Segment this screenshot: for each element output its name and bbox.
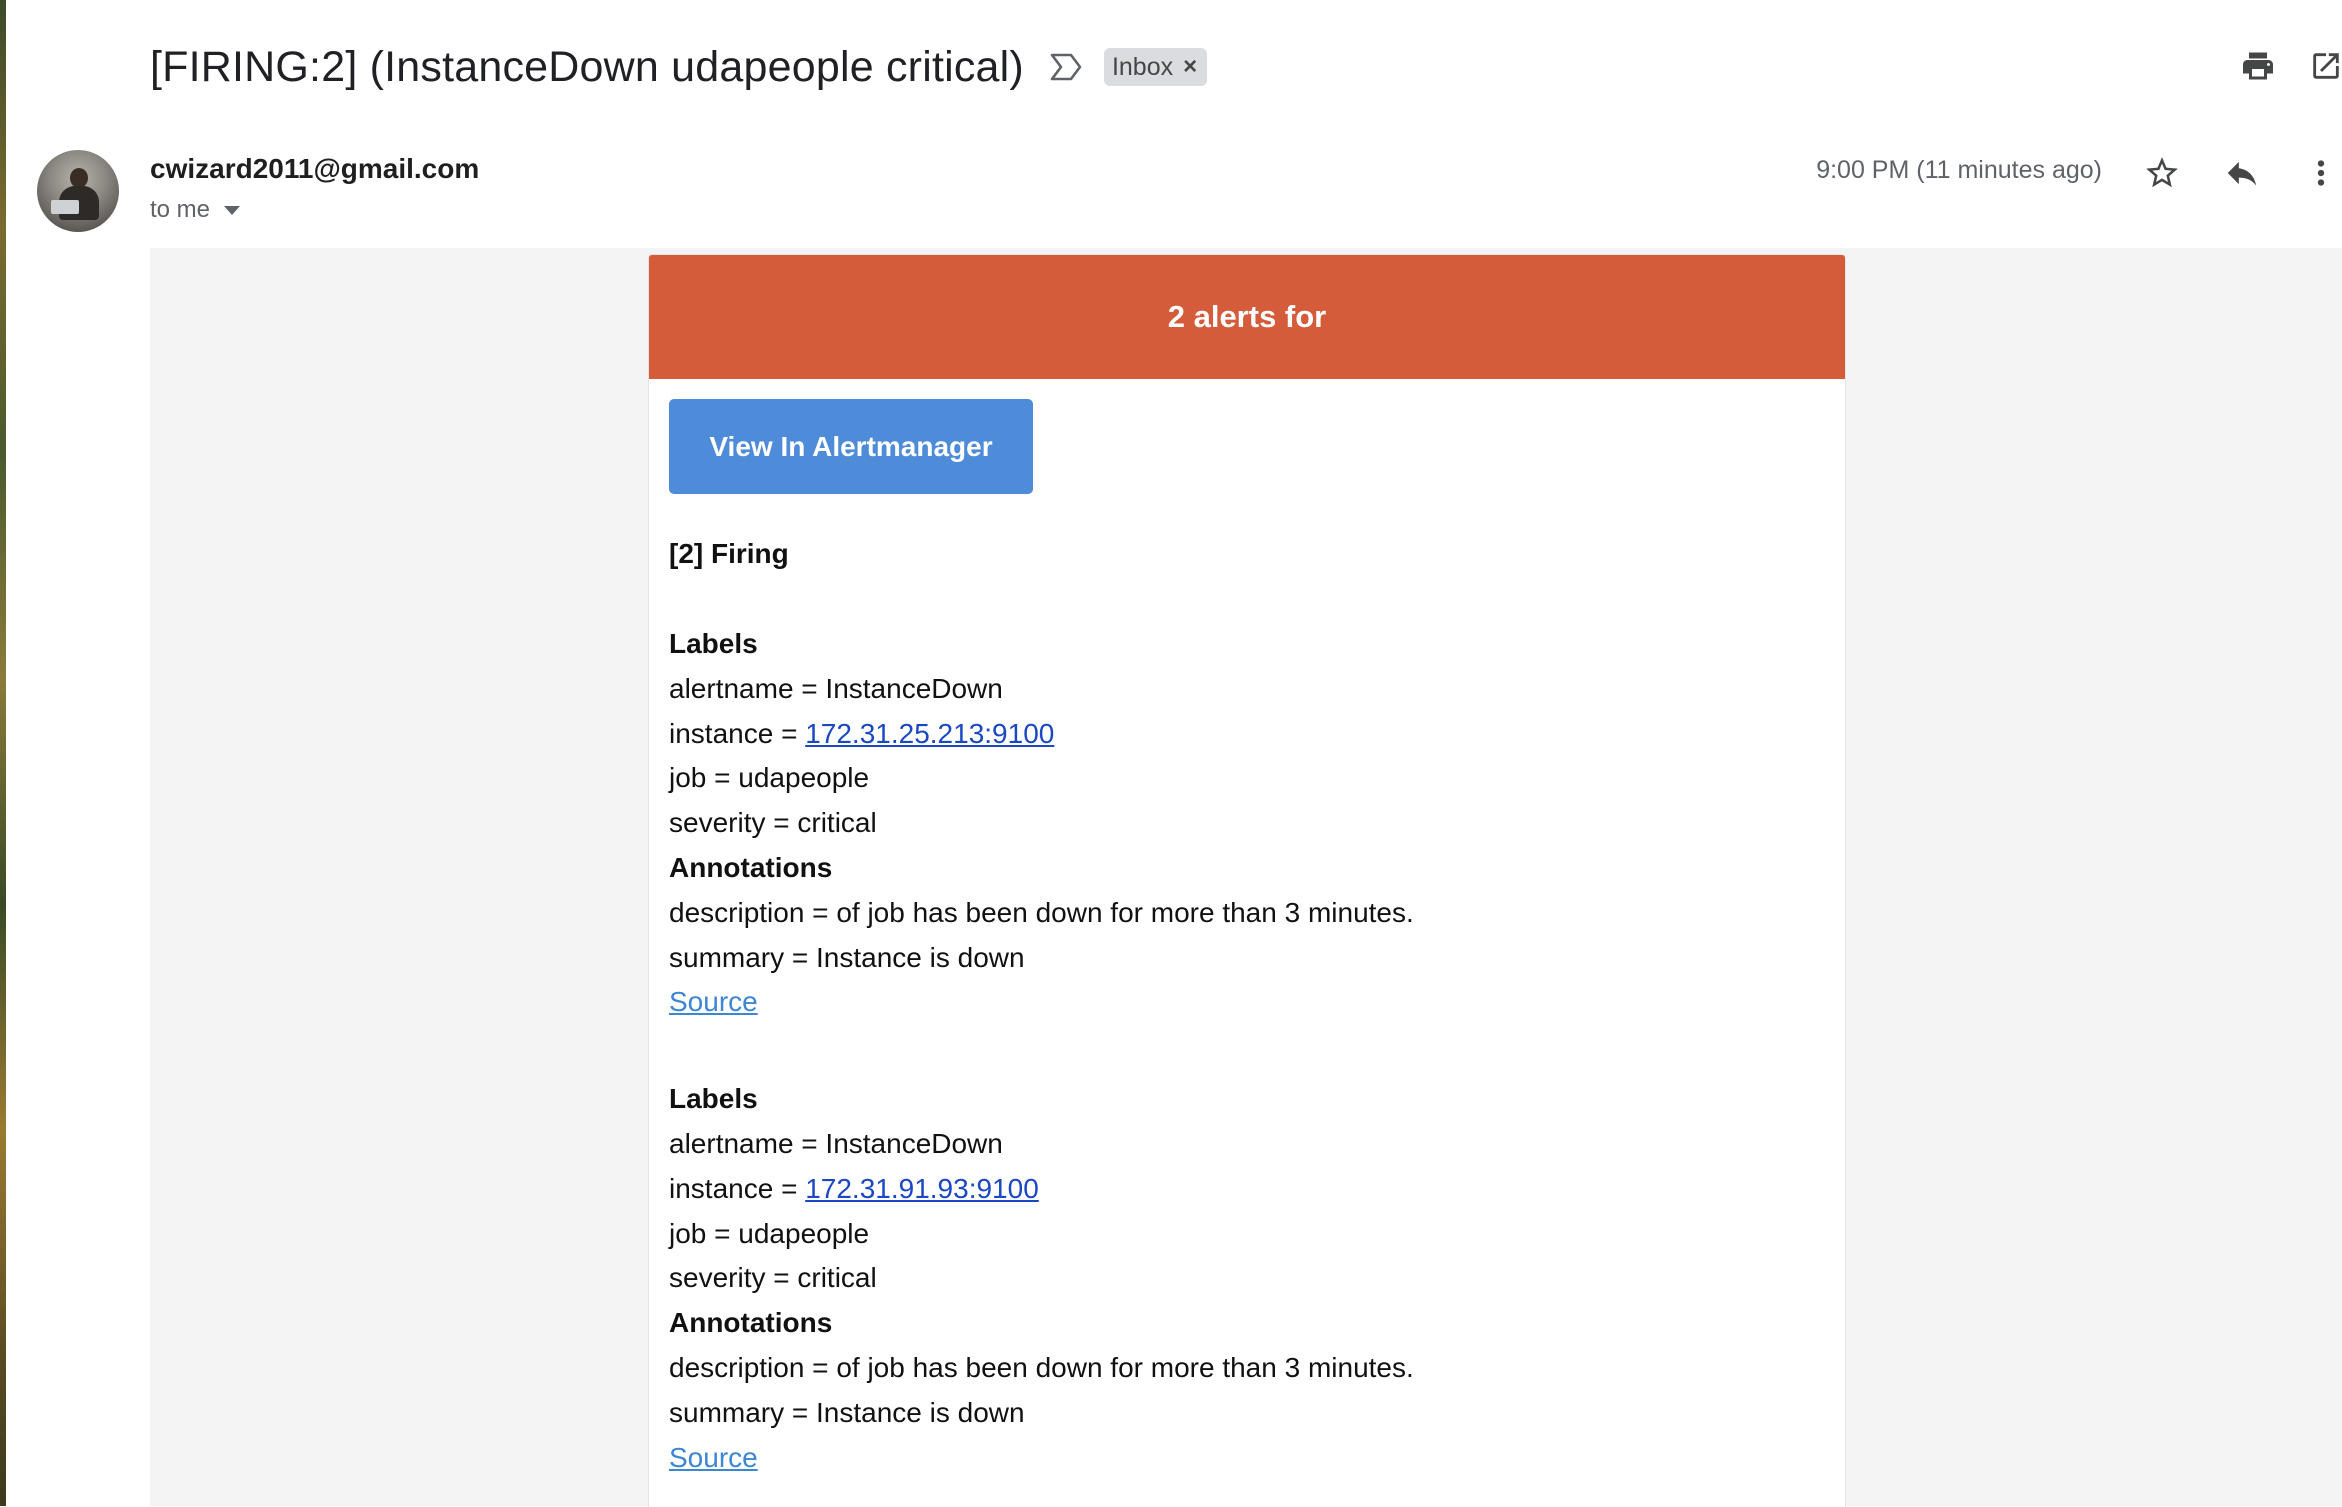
label-severity: severity = critical: [669, 1262, 877, 1294]
email-subject: [FIRING:2] (InstanceDown udapeople criti…: [150, 42, 1024, 91]
print-icon[interactable]: [2236, 44, 2280, 88]
email-timestamp: 9:00 PM (11 minutes ago): [1816, 156, 2102, 184]
alert-email-card: 2 alerts for View In Alertmanager [2] Fi…: [648, 254, 1846, 1507]
label-chip-text: Inbox: [1111, 52, 1174, 81]
source-link[interactable]: Source: [669, 1436, 758, 1481]
desktop-wallpaper-edge: [0, 0, 6, 1506]
annotation-summary: summary = Instance is down: [669, 941, 1025, 973]
alert-header-text: 2 alerts for: [1167, 299, 1327, 334]
alert-content: View In Alertmanager [2] Firing Labels a…: [649, 379, 1845, 1480]
more-vert-icon[interactable]: [2298, 150, 2342, 196]
alert-group-2: Labels alertname = InstanceDown instance…: [669, 1077, 1825, 1480]
importance-marker-icon[interactable]: [1048, 49, 1084, 85]
subject-row: [FIRING:2] (InstanceDown udapeople criti…: [150, 36, 1208, 98]
label-alertname: alertname = InstanceDown: [669, 672, 1003, 704]
annotation-description: description = of job has been down for m…: [669, 1351, 1414, 1383]
alert-group-1: Labels alertname = InstanceDown instance…: [669, 622, 1825, 1025]
annotations-heading: Annotations: [669, 1307, 833, 1339]
sender-email[interactable]: cwizard2011@gmail.com: [150, 153, 479, 185]
instance-prefix: instance =: [669, 717, 806, 749]
recipient-label: to me: [150, 196, 211, 223]
remove-label-icon[interactable]: ×: [1183, 53, 1197, 81]
star-icon[interactable]: [2139, 150, 2185, 196]
view-in-alertmanager-button[interactable]: View In Alertmanager: [669, 399, 1033, 494]
instance-prefix: instance =: [669, 1172, 806, 1204]
label-job: job = udapeople: [669, 1217, 870, 1249]
label-severity: severity = critical: [669, 807, 877, 839]
annotations-heading: Annotations: [669, 851, 833, 883]
recipient-details-toggle[interactable]: to me: [150, 196, 241, 224]
sender-avatar[interactable]: [37, 150, 119, 232]
instance-link[interactable]: 172.31.25.213:9100: [805, 718, 1054, 749]
instance-link[interactable]: 172.31.91.93:9100: [805, 1173, 1039, 1204]
annotation-description: description = of job has been down for m…: [669, 896, 1414, 928]
labels-heading: Labels: [669, 628, 758, 659]
alert-header: 2 alerts for: [649, 255, 1845, 379]
label-alertname: alertname = InstanceDown: [669, 1127, 1003, 1159]
labels-heading: Labels: [669, 1083, 758, 1115]
firing-title: [2] Firing: [669, 538, 789, 569]
annotation-summary: summary = Instance is down: [669, 1396, 1025, 1428]
label-instance: instance = 172.31.25.213:9100: [669, 712, 1825, 757]
reply-icon[interactable]: [2219, 150, 2265, 196]
caret-down-icon[interactable]: [224, 205, 241, 215]
open-in-new-window-icon[interactable]: [2304, 44, 2342, 88]
label-instance: instance = 172.31.91.93:9100: [669, 1167, 1825, 1212]
label-chip-inbox: Inbox ×: [1103, 48, 1208, 86]
label-job: job = udapeople: [669, 762, 870, 794]
source-link[interactable]: Source: [669, 980, 758, 1025]
